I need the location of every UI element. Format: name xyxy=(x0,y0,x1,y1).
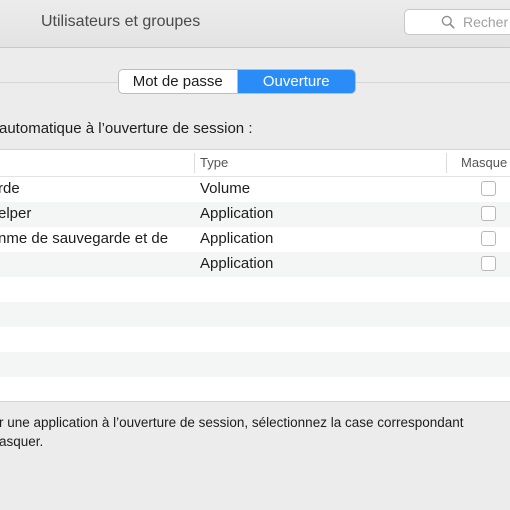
table-row[interactable]: nme de sauvegarde et de Application xyxy=(0,227,510,252)
column-header-type[interactable]: Type xyxy=(200,155,228,170)
help-text-line-1: r une application à l’ouverture de sessi… xyxy=(0,415,464,430)
empty-row xyxy=(0,377,510,401)
search-field[interactable]: Recher xyxy=(404,9,510,35)
item-type: Application xyxy=(200,255,274,272)
title-bar: Utilisateurs et groupes Recher xyxy=(0,0,510,48)
table-row[interactable]: elper Application xyxy=(0,202,510,227)
help-text: r une application à l’ouverture de sessi… xyxy=(0,413,510,451)
column-separator xyxy=(194,153,195,173)
table-row[interactable]: rde Volume xyxy=(0,177,510,202)
empty-row xyxy=(0,352,510,377)
help-text-line-2: asquer. xyxy=(0,434,44,449)
hide-checkbox[interactable] xyxy=(481,181,496,196)
hide-checkbox[interactable] xyxy=(481,231,496,246)
item-name: nme de sauvegarde et de xyxy=(0,230,169,247)
login-items-list[interactable]: Type Masque rde Volume elper Application… xyxy=(0,149,510,402)
empty-row xyxy=(0,277,510,302)
empty-row xyxy=(0,302,510,327)
tab-segmented-control: Mot de passe Ouverture xyxy=(118,69,356,94)
tab-ouverture[interactable]: Ouverture xyxy=(236,70,355,93)
list-header: Type Masque xyxy=(0,150,510,177)
item-name: elper xyxy=(0,205,32,222)
empty-row xyxy=(0,327,510,352)
item-name: rde xyxy=(0,180,20,197)
column-separator xyxy=(446,153,447,173)
item-type: Application xyxy=(200,230,274,247)
column-header-hide[interactable]: Masque xyxy=(461,155,507,170)
window-title: Utilisateurs et groupes xyxy=(41,13,201,30)
tab-mot-de-passe[interactable]: Mot de passe xyxy=(119,70,237,93)
table-row[interactable]: Application xyxy=(0,252,510,277)
search-icon xyxy=(441,15,455,29)
item-type: Volume xyxy=(200,180,251,197)
hide-checkbox[interactable] xyxy=(481,206,496,221)
item-type: Application xyxy=(200,205,274,222)
hide-checkbox[interactable] xyxy=(481,256,496,271)
search-placeholder: Recher xyxy=(463,14,509,30)
section-label: automatique à l’ouverture de session : xyxy=(0,120,253,137)
